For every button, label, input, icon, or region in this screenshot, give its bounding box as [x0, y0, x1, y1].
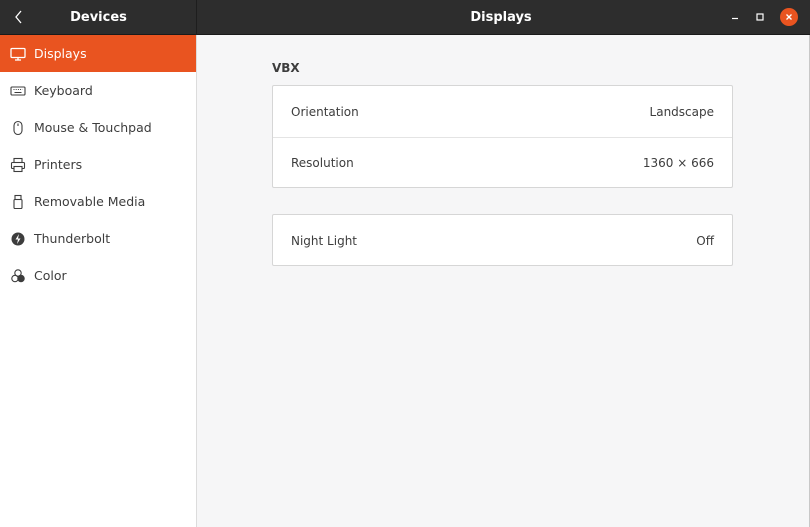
sidebar-item-label: Thunderbolt	[34, 231, 111, 246]
sidebar-item-label: Displays	[34, 46, 87, 61]
monitor-name: VBX	[272, 61, 300, 75]
close-icon	[786, 14, 792, 20]
night-light-list: Night Light Off	[272, 214, 733, 266]
display-icon	[10, 46, 26, 62]
keyboard-icon	[10, 83, 26, 99]
header-bar: Devices Displays	[0, 0, 810, 35]
sidebar-item-keyboard[interactable]: Keyboard	[0, 72, 196, 109]
resolution-row[interactable]: Resolution 1360 × 666	[273, 137, 732, 188]
orientation-label: Orientation	[291, 104, 359, 119]
displays-panel: VBX Orientation Landscape Resolution 136…	[197, 35, 809, 527]
night-light-row[interactable]: Night Light Off	[273, 215, 732, 266]
sidebar-item-printers[interactable]: Printers	[0, 146, 196, 183]
orientation-value: Landscape	[649, 104, 714, 119]
minimize-icon	[732, 17, 738, 20]
sidebar-item-label: Mouse & Touchpad	[34, 120, 152, 135]
panel-group-title: Devices	[70, 10, 127, 25]
sidebar-item-label: Printers	[34, 157, 83, 172]
night-light-label: Night Light	[291, 233, 357, 248]
sidebar-item-displays[interactable]: Displays	[0, 35, 196, 72]
window-title: Displays	[470, 10, 532, 25]
sidebar-item-label: Color	[34, 268, 67, 283]
color-icon	[10, 268, 26, 284]
sidebar: Displays Keyboard Mouse & Touchpad Print…	[0, 35, 197, 527]
sidebar-item-label: Keyboard	[34, 83, 93, 98]
removable-media-icon	[10, 194, 26, 210]
thunderbolt-icon	[10, 231, 26, 247]
display-settings-list: Orientation Landscape Resolution 1360 × …	[272, 85, 733, 188]
orientation-row[interactable]: Orientation Landscape	[273, 86, 732, 137]
night-light-value: Off	[696, 233, 714, 248]
sidebar-item-thunderbolt[interactable]: Thunderbolt	[0, 220, 196, 257]
resolution-value: 1360 × 666	[642, 156, 714, 170]
minimize-button[interactable]	[726, 8, 744, 26]
settings-window: Devices Displays Displays Keyboard Mouse…	[0, 0, 810, 527]
sidebar-item-removable-media[interactable]: Removable Media	[0, 183, 196, 220]
maximize-icon	[756, 13, 764, 21]
sidebar-item-color[interactable]: Color	[0, 257, 196, 294]
sidebar-item-mouse-touchpad[interactable]: Mouse & Touchpad	[0, 109, 196, 146]
sidebar-item-label: Removable Media	[34, 194, 146, 209]
mouse-icon	[10, 120, 26, 136]
resolution-label: Resolution	[291, 156, 354, 170]
printer-icon	[10, 157, 26, 173]
close-button[interactable]	[780, 8, 798, 26]
maximize-button[interactable]	[751, 8, 769, 26]
